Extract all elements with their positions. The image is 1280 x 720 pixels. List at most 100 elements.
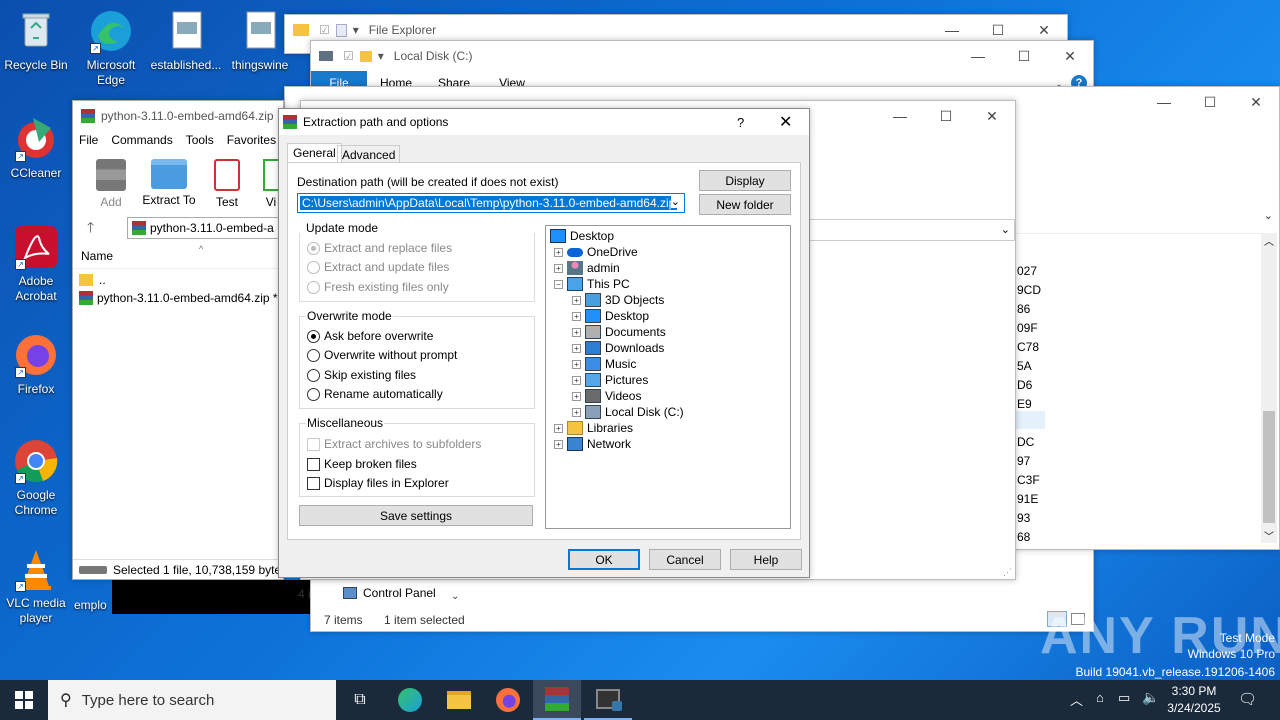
display-button[interactable]: Display bbox=[699, 170, 791, 191]
column-header-name[interactable]: Name ^ bbox=[73, 243, 283, 269]
expand-icon[interactable]: + bbox=[554, 263, 563, 273]
menu-tools[interactable]: Tools bbox=[186, 133, 214, 147]
tree-item-videos[interactable]: + Videos bbox=[572, 388, 641, 404]
tree-item-3d-objects[interactable]: +3D Objects bbox=[572, 292, 664, 308]
maximize-button[interactable]: ☐ bbox=[923, 101, 969, 131]
radio-rename-automatically[interactable]: Rename automatically bbox=[307, 386, 443, 402]
radio-fresh-existing[interactable]: Fresh existing files only bbox=[307, 279, 449, 295]
new-folder-button[interactable]: New folder bbox=[699, 194, 791, 215]
expand-icon[interactable]: + bbox=[554, 247, 563, 257]
menu-commands[interactable]: Commands bbox=[111, 133, 172, 147]
expand-icon[interactable]: + bbox=[572, 295, 581, 305]
minimize-button[interactable]: — bbox=[877, 101, 923, 131]
help-title-button[interactable]: ? bbox=[737, 115, 744, 130]
help-button[interactable]: Help bbox=[730, 549, 802, 570]
close-icon[interactable]: ✕ bbox=[779, 112, 792, 132]
taskbar-file-explorer[interactable] bbox=[435, 680, 483, 720]
file-row-parent[interactable]: .. bbox=[79, 271, 106, 289]
nav-scroll-down-icon[interactable]: ⌄ bbox=[451, 591, 459, 602]
taskbar-python-installer[interactable] bbox=[584, 680, 632, 720]
search-box[interactable]: ⚲ Type here to search bbox=[48, 680, 336, 720]
menu-file[interactable]: File bbox=[79, 133, 98, 147]
close-button[interactable]: ✕ bbox=[1233, 87, 1279, 117]
expand-icon[interactable]: + bbox=[572, 407, 581, 417]
address-dropdown-icon[interactable]: ⌄ bbox=[1001, 223, 1010, 236]
ethernet-tray-icon[interactable]: ▭ bbox=[1118, 690, 1130, 706]
close-button[interactable]: ✕ bbox=[969, 101, 1015, 131]
cancel-button[interactable]: Cancel bbox=[649, 549, 721, 570]
radio-extract-update[interactable]: Extract and update files bbox=[307, 259, 449, 275]
radio-skip-existing[interactable]: Skip existing files bbox=[307, 367, 416, 383]
tree-item-this-pc[interactable]: − This PC bbox=[554, 276, 630, 292]
close-button[interactable]: ✕ bbox=[1047, 41, 1093, 71]
toolbar-extract-to[interactable]: Extract To bbox=[141, 159, 197, 207]
checkbox-keep-broken[interactable]: Keep broken files bbox=[307, 456, 417, 472]
tree-item-desktop[interactable]: Desktop bbox=[550, 228, 614, 244]
network-tray-icon[interactable]: ⌂ bbox=[1096, 690, 1104, 705]
tree-item-downloads[interactable]: + Downloads bbox=[572, 340, 664, 356]
volume-tray-icon[interactable]: 🔈 bbox=[1142, 689, 1159, 706]
minimize-button[interactable]: — bbox=[1141, 87, 1187, 117]
up-arrow-icon[interactable]: 🡑 bbox=[87, 217, 94, 241]
radio-overwrite-without-prompt[interactable]: Overwrite without prompt bbox=[307, 347, 457, 363]
toolbar-add[interactable]: Add bbox=[91, 159, 131, 209]
desktop-icon-established[interactable]: established... bbox=[150, 8, 222, 73]
scroll-down-icon[interactable]: ﹀ bbox=[1261, 528, 1277, 543]
desktop-icon-acrobat[interactable]: ↗ Adobe Acrobat bbox=[0, 224, 72, 304]
start-button[interactable] bbox=[0, 680, 48, 720]
file-row-zip[interactable]: python-3.11.0-embed-amd64.zip * bbox=[79, 289, 278, 307]
checkbox-extract-subfolders[interactable]: Extract archives to subfolders bbox=[307, 436, 481, 452]
task-view-button[interactable]: ⧉ bbox=[336, 680, 384, 720]
folder-tree[interactable]: Desktop + OneDrive + admin − This PC +3D Ob… bbox=[545, 225, 791, 529]
tree-item-desktop[interactable]: + Desktop bbox=[572, 308, 649, 324]
taskbar-winrar[interactable] bbox=[533, 680, 581, 720]
desktop-icon-firefox[interactable]: ↗ Firefox bbox=[0, 332, 72, 397]
maximize-button[interactable]: ☐ bbox=[1187, 87, 1233, 117]
collapse-icon[interactable]: − bbox=[554, 279, 563, 289]
chevron-down-icon[interactable]: ⌄ bbox=[670, 195, 680, 208]
desktop-icon-recycle-bin[interactable]: Recycle Bin bbox=[0, 8, 72, 73]
expand-icon[interactable]: + bbox=[572, 343, 581, 353]
expand-icon[interactable]: + bbox=[554, 439, 563, 449]
taskbar-firefox[interactable] bbox=[484, 680, 532, 720]
menu-favorites[interactable]: Favorites bbox=[227, 133, 276, 147]
tab-advanced[interactable]: Advanced bbox=[337, 145, 401, 163]
desktop-icon-ccleaner[interactable]: ↗ CCleaner bbox=[0, 116, 72, 181]
expand-icon[interactable]: + bbox=[572, 391, 581, 401]
expand-icon[interactable]: + bbox=[572, 359, 581, 369]
tree-item-music[interactable]: + Music bbox=[572, 356, 636, 372]
maximize-button[interactable]: ☐ bbox=[1001, 41, 1047, 71]
desktop-icon-chrome[interactable]: ↗ Google Chrome bbox=[0, 438, 72, 518]
tree-item-onedrive[interactable]: + OneDrive bbox=[554, 244, 638, 260]
save-settings-button[interactable]: Save settings bbox=[299, 505, 533, 526]
checkbox-display-in-explorer[interactable]: Display files in Explorer bbox=[307, 475, 449, 491]
tree-item-local-disk-c[interactable]: + Local Disk (C:) bbox=[572, 404, 684, 420]
tree-item-documents[interactable]: + Documents bbox=[572, 324, 666, 340]
taskbar-edge[interactable] bbox=[386, 680, 434, 720]
expand-icon[interactable]: + bbox=[554, 423, 563, 433]
expand-icon[interactable]: + bbox=[572, 375, 581, 385]
desktop-icon-vlc[interactable]: ↗ VLC media player bbox=[0, 546, 72, 626]
ok-button[interactable]: OK bbox=[568, 549, 640, 570]
toolbar-test[interactable]: Test bbox=[207, 159, 247, 209]
show-hidden-icons[interactable]: ︿ bbox=[1070, 690, 1083, 709]
scroll-thumb[interactable] bbox=[1263, 411, 1275, 523]
address-bar[interactable]: ⌄ bbox=[801, 219, 1015, 241]
expand-icon[interactable]: + bbox=[572, 327, 581, 337]
tree-item-pictures[interactable]: + Pictures bbox=[572, 372, 648, 388]
resize-grip[interactable]: ⋰ bbox=[1003, 567, 1015, 579]
notifications-icon[interactable]: 🗨 bbox=[1238, 690, 1257, 708]
tree-item-admin[interactable]: + admin bbox=[554, 260, 620, 276]
winrar-window[interactable]: python-3.11.0-embed-amd64.zip File Comma… bbox=[72, 100, 285, 580]
tab-general[interactable]: General bbox=[287, 143, 342, 163]
winrar-address-bar[interactable]: python-3.11.0-embed-a bbox=[127, 217, 285, 239]
address-dropdown-icon[interactable]: ⌄ bbox=[1264, 209, 1273, 222]
vertical-scrollbar[interactable]: ︿ ﹀ bbox=[1261, 233, 1277, 543]
tree-item-network[interactable]: + Network bbox=[554, 436, 631, 452]
destination-path-input[interactable]: C:\Users\admin\AppData\Local\Temp\python… bbox=[297, 193, 685, 213]
tree-item-libraries[interactable]: + Libraries bbox=[554, 420, 633, 436]
radio-ask-before-overwrite[interactable]: Ask before overwrite bbox=[307, 328, 433, 344]
extraction-dialog[interactable]: Extraction path and options ? ✕ General … bbox=[278, 108, 810, 578]
clock[interactable]: 3:30 PM 3/24/2025 bbox=[1164, 683, 1224, 717]
radio-extract-replace[interactable]: Extract and replace files bbox=[307, 240, 452, 256]
